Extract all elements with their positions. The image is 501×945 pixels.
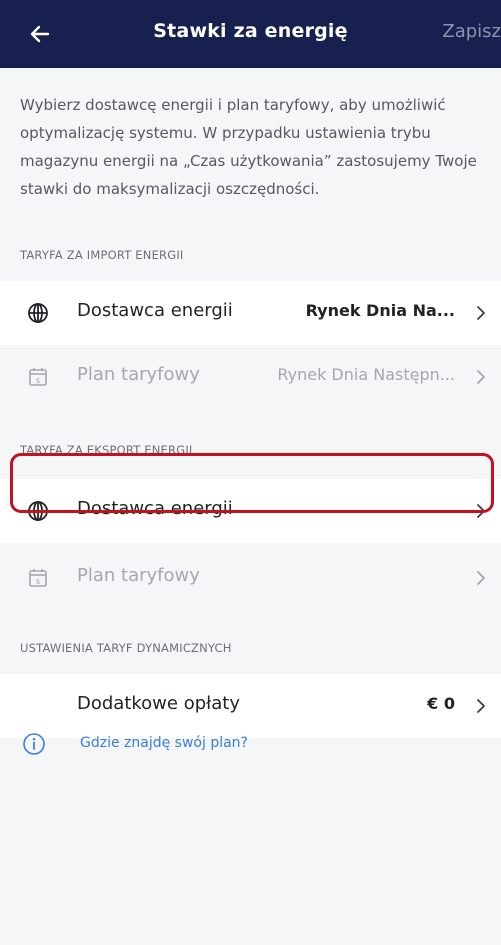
- export-plan-row[interactable]: $ Plan taryfowy: [0, 546, 501, 610]
- chevron-right-icon: [477, 571, 485, 585]
- globe-icon: [28, 303, 48, 323]
- import-plan-label: Plan taryfowy: [77, 364, 200, 385]
- chevron-right-icon: [477, 504, 485, 518]
- svg-text:$: $: [36, 377, 40, 385]
- export-provider-label: Dostawca energii: [77, 498, 233, 519]
- page-title: Stawki za energię: [153, 20, 348, 42]
- calendar-dollar-icon: $: [29, 368, 47, 386]
- chevron-right-icon: [477, 370, 485, 384]
- import-provider-row[interactable]: Dostawca energii Rynek Dnia Na...: [0, 281, 501, 345]
- calendar-dollar-icon: $: [29, 569, 47, 587]
- additional-fees-label: Dodatkowe opłaty: [77, 693, 240, 714]
- svg-text:$: $: [36, 578, 40, 586]
- export-section-header: TARYFA ZA EKSPORT ENERGII: [20, 443, 193, 457]
- globe-icon: [28, 501, 48, 521]
- help-link-text: Gdzie znajdę swój plan?: [80, 735, 248, 751]
- top-app-bar: Stawki za energię Zapisz: [0, 0, 501, 68]
- dynamic-section-header: USTAWIENIA TARYF DYNAMICZNYCH: [20, 641, 232, 655]
- import-plan-value: Rynek Dnia Następn...: [277, 365, 455, 384]
- additional-fees-value: € 0: [427, 694, 455, 713]
- export-plan-label: Plan taryfowy: [77, 565, 200, 586]
- chevron-right-icon: [477, 306, 485, 320]
- import-section-header: TARYFA ZA IMPORT ENERGII: [20, 248, 184, 262]
- save-button[interactable]: Zapisz: [442, 21, 501, 42]
- export-provider-row[interactable]: Dostawca energii: [0, 479, 501, 543]
- chevron-right-icon: [477, 699, 485, 713]
- import-plan-row[interactable]: $ Plan taryfowy Rynek Dnia Następn...: [0, 345, 501, 409]
- info-icon: [23, 733, 45, 755]
- additional-fees-row[interactable]: Dodatkowe opłaty € 0: [0, 674, 501, 738]
- description-text: Wybierz dostawcę energii i plan taryfowy…: [20, 96, 477, 198]
- import-provider-value: Rynek Dnia Na...: [305, 301, 455, 320]
- import-provider-label: Dostawca energii: [77, 300, 233, 321]
